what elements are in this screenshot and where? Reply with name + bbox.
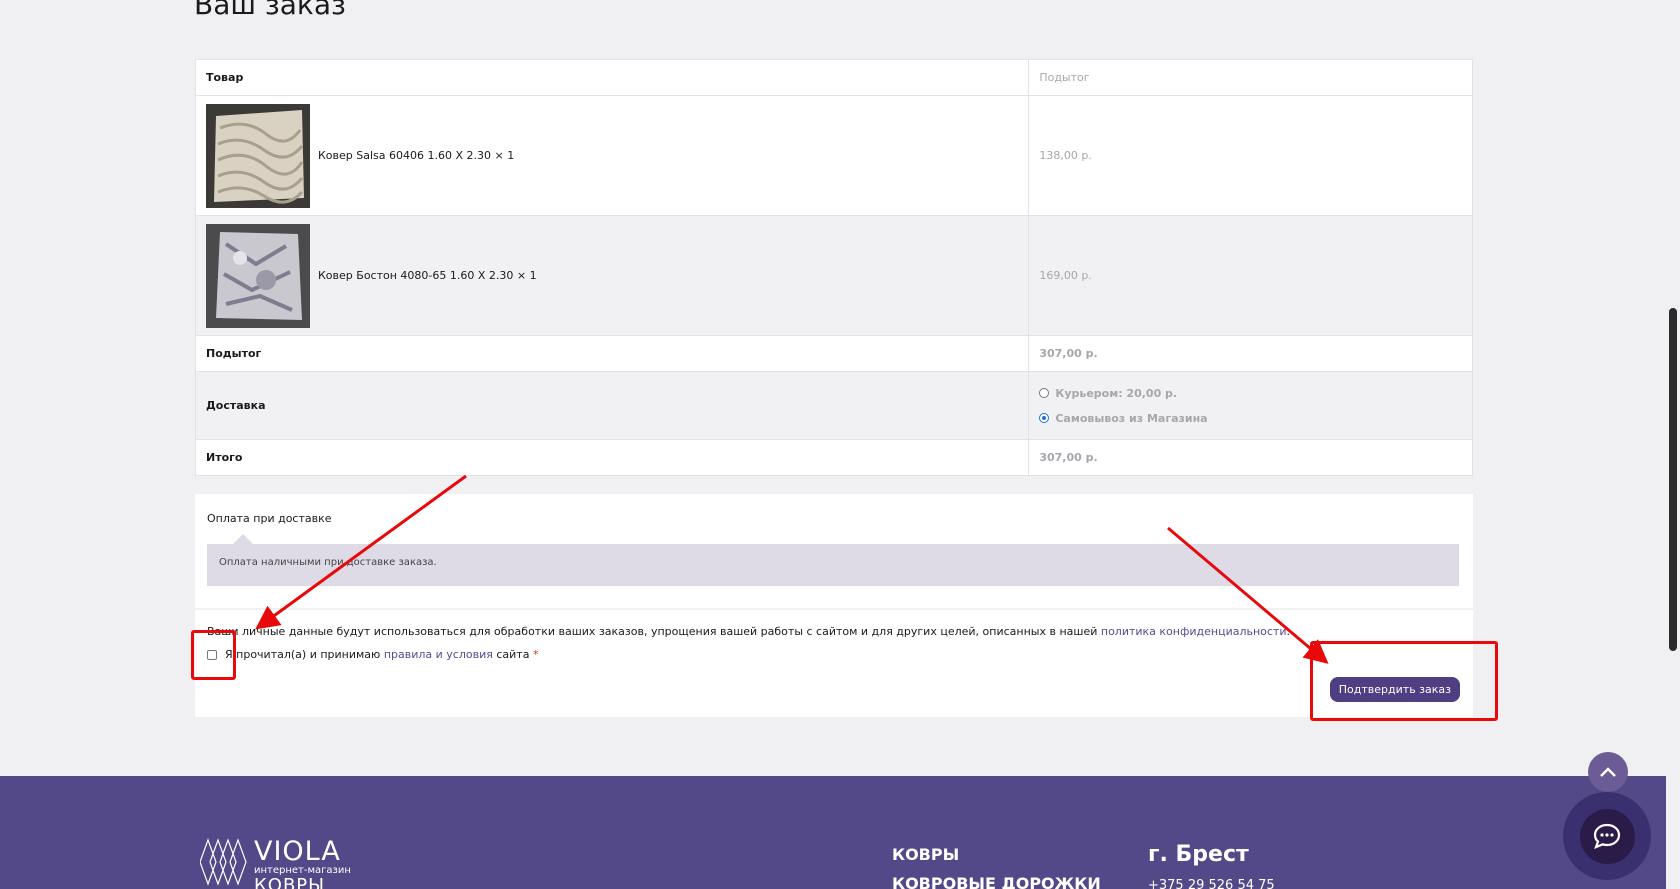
shipping-option-label: Самовывоз из Магазина — [1055, 411, 1208, 425]
total-row: Итого 307,00 р. — [194, 439, 1473, 476]
shipping-option-courier[interactable]: Курьером: 20,00 р. — [1039, 381, 1462, 406]
subtotal-row: Подытог 307,00 р. — [194, 335, 1473, 372]
shipping-label: Доставка — [194, 371, 1030, 440]
chevron-up-icon — [1600, 767, 1616, 777]
footer-nav-item[interactable]: КОВРЫ — [892, 840, 1101, 869]
required-mark: * — [532, 648, 539, 661]
table-header-row: Товар Подытог — [194, 59, 1473, 96]
product-name: Ковер Бостон 4080-65 1.60 X 2.30 × 1 — [318, 269, 537, 282]
subtotal-label: Подытог — [194, 335, 1030, 372]
shipping-row: Доставка Курьером: 20,00 р. Самовывоз из… — [194, 371, 1473, 440]
payment-description: Оплата наличными при доставке заказа. — [207, 534, 1459, 586]
table-header-subtotal: Подытог — [1028, 59, 1473, 96]
terms-checkbox-row[interactable]: Я прочитал(а) и принимаю правила и услов… — [207, 648, 538, 661]
order-review-table: Товар Подытог Ковер Salsa 60406 1.60 X 2… — [194, 59, 1473, 476]
table-row: Ковер Бостон 4080-65 1.60 X 2.30 × 1 169… — [194, 215, 1473, 336]
product-name: Ковер Salsa 60406 1.60 X 2.30 × 1 — [318, 149, 515, 162]
rug-salsa-image[interactable] — [206, 103, 310, 208]
footer-city: г. Брест — [1148, 842, 1249, 867]
privacy-end: . — [1286, 625, 1291, 638]
checkbox-highlight-box — [191, 630, 236, 680]
page-title: Ваш заказ — [194, 0, 346, 21]
footer-phone[interactable]: +375 29 526 54 75 — [1148, 878, 1275, 889]
radio-pickup[interactable] — [1039, 413, 1050, 423]
privacy-policy-link[interactable]: политика конфиденциальности — [1101, 625, 1287, 638]
total-label: Итого — [194, 439, 1030, 476]
scroll-to-top-button[interactable] — [1588, 752, 1628, 792]
page-scrollbar[interactable] — [1666, 0, 1680, 889]
subtotal-value: 307,00 р. — [1028, 335, 1473, 372]
footer-nav: КОВРЫ КОВРОВЫЕ ДОРОЖКИ — [892, 840, 1101, 889]
chat-icon — [1593, 823, 1621, 849]
chat-widget-button[interactable] — [1563, 792, 1651, 880]
divider — [195, 608, 1473, 610]
logo-name: VIOLA — [254, 836, 341, 867]
diamond-logo-icon — [200, 838, 250, 886]
payment-section: Оплата при доставке Оплата наличными при… — [195, 494, 1473, 717]
terms-prefix: Я прочитал(а) и принимаю — [225, 648, 381, 661]
radio-courier[interactable] — [1039, 388, 1050, 398]
shipping-option-pickup[interactable]: Самовывоз из Магазина — [1039, 406, 1462, 431]
rug-boston-image[interactable] — [206, 223, 310, 328]
table-row: Ковер Salsa 60406 1.60 X 2.30 × 1 138,00… — [194, 95, 1473, 216]
shipping-option-label: Курьером: 20,00 р. — [1055, 386, 1178, 400]
site-footer: VIOLA интернет-магазин КОВРЫ КОВРЫ КОВРО… — [0, 776, 1666, 889]
privacy-notice: Ваши личные данные будут использоваться … — [207, 625, 1290, 638]
terms-link[interactable]: правила и условия — [384, 648, 493, 661]
scrollbar-thumb[interactable] — [1669, 308, 1677, 651]
product-price: 169,00 р. — [1028, 215, 1473, 336]
button-highlight-box — [1310, 641, 1498, 721]
total-value: 307,00 р. — [1028, 439, 1473, 476]
footer-nav-item[interactable]: КОВРОВЫЕ ДОРОЖКИ — [892, 869, 1101, 889]
terms-suffix: сайта — [496, 648, 530, 661]
site-logo[interactable]: VIOLA интернет-магазин КОВРЫ — [200, 838, 351, 889]
payment-method-label[interactable]: Оплата при доставке — [207, 512, 332, 525]
product-price: 138,00 р. — [1028, 95, 1473, 216]
privacy-text: Ваши личные данные будут использоваться … — [207, 625, 1098, 638]
logo-word: КОВРЫ — [254, 875, 326, 889]
table-header-product: Товар — [194, 59, 1030, 96]
